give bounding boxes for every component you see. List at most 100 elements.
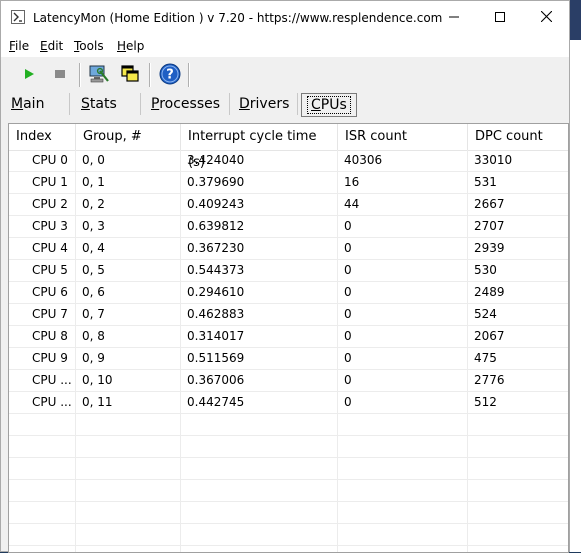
tab-separator	[140, 93, 141, 115]
table-row[interactable]: CPU 4 0, 4 0.367230 0 2939	[9, 238, 568, 260]
menu-file[interactable]: File	[9, 39, 29, 53]
column-header-group[interactable]: Group, #	[76, 124, 181, 150]
toolbar-separator	[188, 63, 190, 87]
latencymon-window: LatencyMon (Home Edition ) v 7.20 - http…	[0, 0, 570, 553]
background-window-header	[570, 0, 581, 40]
table-cell: 530	[474, 263, 497, 277]
window-title: LatencyMon (Home Edition ) v 7.20 - http…	[33, 11, 443, 25]
tab-separator	[229, 93, 230, 115]
windows-button[interactable]	[118, 63, 142, 87]
table-cell	[468, 480, 568, 502]
table-cell: 0	[338, 238, 468, 260]
table-cell: CPU 0	[9, 150, 76, 172]
table-cell: 0	[338, 392, 468, 414]
table-row[interactable]: CPU 0 0, 0 3.424040 40306 33010	[9, 150, 568, 172]
tab-processes[interactable]: Processes	[151, 93, 220, 117]
table-cell: 2667	[474, 197, 505, 211]
table-row[interactable]	[9, 524, 568, 546]
table-cell: CPU 4	[9, 238, 76, 260]
table-cell: 0	[338, 370, 468, 392]
table-row[interactable]: CPU ... 0, 11 0.442745 0 512	[9, 392, 568, 414]
menu-edit[interactable]: Edit	[40, 39, 63, 53]
column-header-index[interactable]: Index	[9, 124, 76, 150]
menu-tools[interactable]: Tools	[74, 39, 104, 53]
tab-stats[interactable]: Stats	[81, 93, 117, 117]
table-cell: 2939	[474, 241, 505, 255]
table-cell	[338, 502, 468, 524]
table-cell	[76, 502, 181, 524]
table-row[interactable]: CPU 6 0, 6 0.294610 0 2489	[9, 282, 568, 304]
menu-help[interactable]: Help	[117, 39, 144, 53]
table-row[interactable]: CPU 9 0, 9 0.511569 0 475	[9, 348, 568, 370]
table-cell: 0, 9	[76, 348, 181, 370]
table-header: Index Group, # Interrupt cycle time (s) …	[9, 124, 568, 170]
table-row[interactable]: CPU 8 0, 8 0.314017 0 2067	[9, 326, 568, 348]
table-cell	[468, 502, 568, 524]
tab-cpus[interactable]: CPUs	[301, 93, 357, 117]
table-cell: 0.367230	[181, 238, 338, 260]
table-row[interactable]: CPU 1 0, 1 0.379690 16 531	[9, 172, 568, 194]
table-cell: 0.442745	[181, 392, 338, 414]
table-row[interactable]: CPU 7 0, 7 0.462883 0 524	[9, 304, 568, 326]
maximize-button[interactable]	[477, 1, 523, 35]
table-cell: 0	[338, 348, 468, 370]
table-row[interactable]	[9, 458, 568, 480]
cpu-table[interactable]: Index Group, # Interrupt cycle time (s) …	[8, 123, 569, 553]
table-cell	[76, 414, 181, 436]
table-cell: 0	[338, 326, 468, 348]
table-cell: 0, 6	[76, 282, 181, 304]
start-button[interactable]	[17, 63, 41, 87]
table-cell	[76, 480, 181, 502]
table-cell	[181, 480, 338, 502]
tab-cpus-focus: CPUs	[307, 96, 351, 114]
table-cell: 0, 7	[76, 304, 181, 326]
title-bar[interactable]: LatencyMon (Home Edition ) v 7.20 - http…	[1, 1, 569, 35]
table-cell: CPU 1	[9, 172, 76, 194]
table-cell	[181, 524, 338, 546]
table-cell	[76, 524, 181, 546]
help-button[interactable]: ?	[158, 63, 182, 87]
table-cell	[338, 480, 468, 502]
toolbar-separator	[149, 63, 151, 87]
table-cell: 0	[338, 260, 468, 282]
table-row[interactable]: CPU ... 0, 10 0.367006 0 2776	[9, 370, 568, 392]
table-cell: 0.314017	[181, 326, 338, 348]
latencymon-app-icon	[11, 10, 25, 24]
table-cell	[9, 458, 76, 480]
table-row[interactable]	[9, 436, 568, 458]
column-header-interrupt-cycle-time[interactable]: Interrupt cycle time (s)	[181, 124, 338, 170]
table-cell	[9, 414, 76, 436]
table-cell: 44	[338, 194, 468, 216]
tab-drivers[interactable]: Drivers	[239, 93, 289, 117]
table-row[interactable]: CPU 2 0, 2 0.409243 44 2667	[9, 194, 568, 216]
stop-button[interactable]	[48, 63, 72, 87]
tools-button[interactable]	[87, 63, 111, 87]
table-row[interactable]	[9, 502, 568, 524]
table-row[interactable]	[9, 414, 568, 436]
table-cell	[181, 414, 338, 436]
table-row[interactable]	[9, 480, 568, 502]
close-button[interactable]	[523, 1, 569, 35]
computer-wrench-icon	[88, 63, 110, 88]
table-cell: 0.511569	[181, 348, 338, 370]
table-cell: CPU 5	[9, 260, 76, 282]
menu-bar: File Edit Tools Help	[1, 35, 569, 57]
table-cell: 0, 2	[76, 194, 181, 216]
table-cell: CPU 6	[9, 282, 76, 304]
column-header-isr-count[interactable]: ISR count	[338, 124, 468, 150]
table-cell: 2067	[474, 329, 505, 343]
table-cell	[181, 436, 338, 458]
table-row[interactable]: CPU 5 0, 5 0.544373 0 530	[9, 260, 568, 282]
table-cell: 0.294610	[181, 282, 338, 304]
windows-icon	[119, 63, 141, 88]
minimize-button[interactable]	[431, 1, 477, 35]
table-cell	[338, 414, 468, 436]
table-cell: 531	[474, 175, 497, 189]
table-cell: 16	[338, 172, 468, 194]
tab-main[interactable]: Main	[11, 93, 44, 117]
column-header-dpc-count[interactable]: DPC count	[468, 124, 568, 150]
table-cell	[9, 524, 76, 546]
play-icon	[22, 67, 36, 84]
table-cell	[338, 458, 468, 480]
table-row[interactable]: CPU 3 0, 3 0.639812 0 2707	[9, 216, 568, 238]
